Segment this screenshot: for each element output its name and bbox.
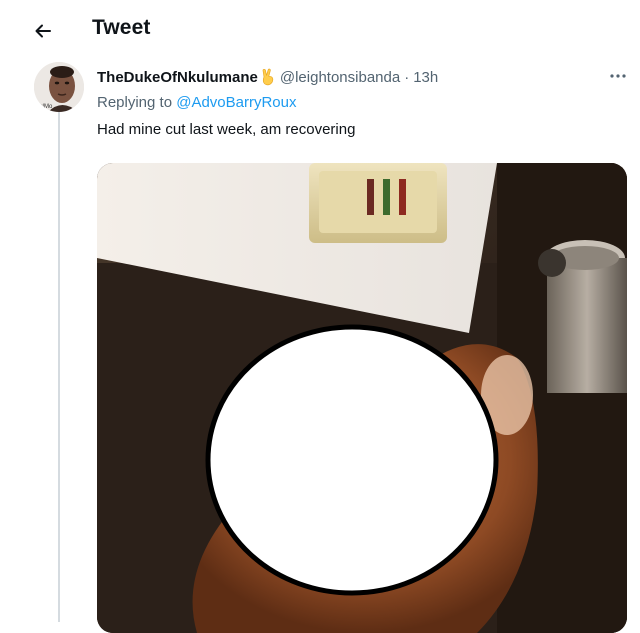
avatar[interactable]: w/Mo [34,62,84,112]
back-button[interactable] [26,14,60,48]
avatar-caption: w/Mo [37,104,53,110]
tweet-text: Had mine cut last week, am recovering [97,121,356,138]
author-handle[interactable]: @leightonsibanda [280,69,400,86]
tweet-media[interactable] [97,163,627,633]
tweet-timestamp[interactable]: 13h [413,69,438,86]
tweet-author-line: TheDukeOfNkulumane @leightonsibanda · 13… [97,66,438,88]
separator-dot: · [404,68,410,86]
page-title: Tweet [92,16,151,39]
more-options-button[interactable] [603,64,633,88]
more-dots-icon [610,74,626,78]
thread-line [58,112,60,622]
replying-prefix: Replying to [97,94,173,111]
arrow-left-icon [35,24,51,38]
replying-mention-link[interactable]: @AdvoBarryRoux [176,94,296,111]
replying-to-line: Replying to @AdvoBarryRoux [97,94,297,111]
victory-hand-icon [261,68,275,86]
tweet-header: Tweet [0,0,640,58]
display-name[interactable]: TheDukeOfNkulumane [97,69,258,86]
